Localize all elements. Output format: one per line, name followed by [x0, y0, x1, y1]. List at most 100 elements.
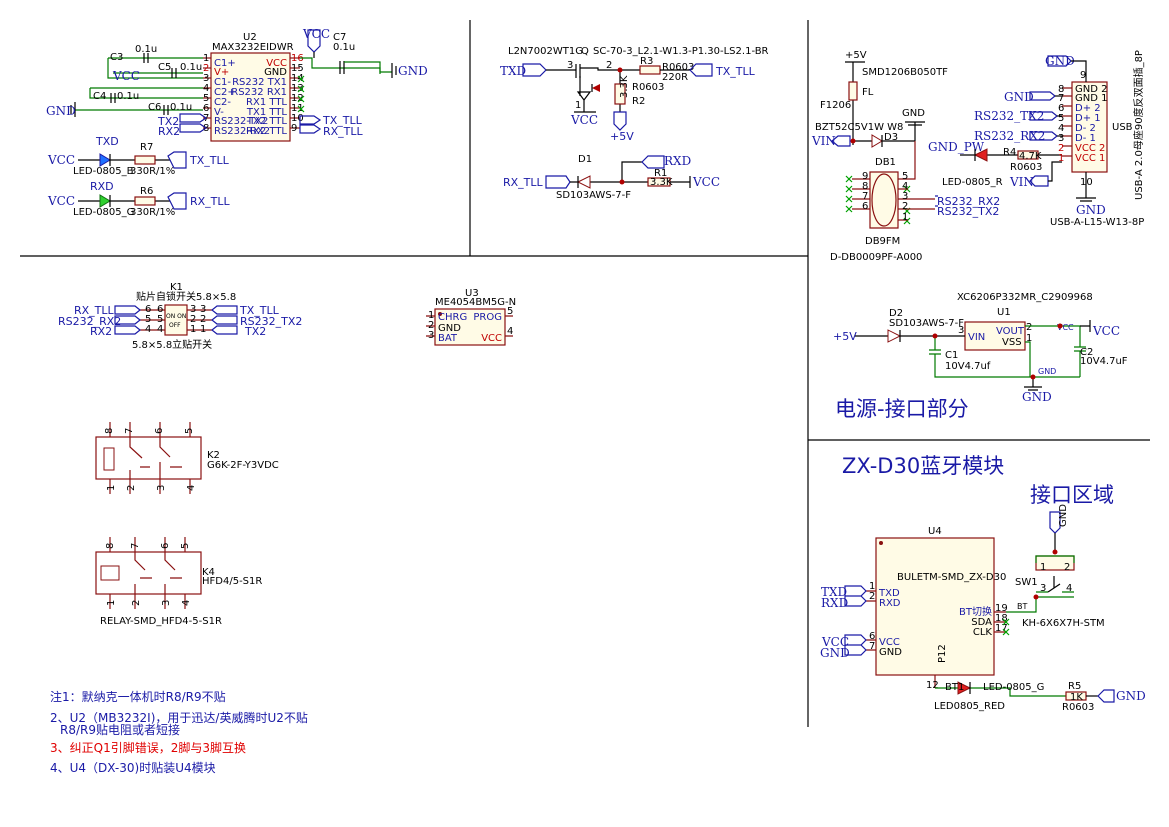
r4-ref: R4 [1003, 147, 1016, 158]
u4-part: BULETM-SMD_ZX-D30 [897, 572, 1006, 583]
q1-pin-2: 2 [606, 60, 612, 71]
k2-pin-bottom: 4 [186, 485, 197, 491]
c4-value: 0.1u [117, 91, 139, 102]
net-gnd-u4: GND [820, 646, 850, 660]
net-vcc-top: VCC [302, 27, 330, 41]
txd-led-circuit: TXD VCC R7 LED-0805_B 330R/1% TX_TLL [47, 135, 230, 177]
k1-inner-off: OFF [169, 322, 181, 329]
fuse-label: FL [862, 87, 874, 98]
db-type: DB9FM [865, 236, 900, 247]
r4-package: R0603 [1010, 162, 1042, 173]
r3-ref: R3 [640, 56, 653, 67]
sw1-button: GND 1 2 3 4 SW1 KH-6X6X7H-STM [1015, 504, 1105, 629]
q1-pin-1: 1 [575, 100, 581, 111]
u3-pin-name: CHRG [438, 312, 467, 323]
k4-pin-top: 7 [130, 543, 141, 549]
ldo-ref: U1 [997, 307, 1011, 318]
net-5v-q1: +5V [610, 130, 634, 143]
fuse-ref: F1206 [820, 100, 851, 111]
net-rx-tll-d1: RX_TLL [503, 176, 544, 189]
c1-value: 10V4.7uf [945, 361, 991, 372]
u4-pin-num: 2 [869, 591, 875, 602]
title-power-interface: 电源-接口部分 [835, 397, 969, 421]
u4-bluetooth-module: U4 BULETM-SMD_ZX-D30 1 2 6 7 TXD RXD VCC… [820, 526, 1037, 691]
u2-capacitors: C3 0.1u C5 0.1u VCC C4 0.1u C6 0.1u GND [46, 44, 203, 118]
note-line: 注1：默纳克一体机时R8/R9不贴 [50, 689, 226, 704]
sw1-ref: SW1 [1015, 577, 1038, 588]
usb-net-gnd-top: GND [1045, 54, 1075, 68]
fuse-part: SMD1206B050TF [862, 67, 948, 78]
net-rx-tll-u2: RX_TLL [323, 125, 364, 138]
txd-led-part: LED-0805_B [73, 166, 134, 177]
k2-relay: 8 7 6 5 1 2 3 4 K2 G6K-2F-Y3VDC [95, 422, 279, 494]
net-5v-usb: +5V [845, 50, 867, 61]
c6-ref: C6 [148, 102, 161, 113]
net-gnd-usb: GND [902, 108, 925, 119]
u4-pin-name: P12 [937, 644, 948, 663]
usb-db9-circuit: +5V SMD1206B050TF FL F1206 BZT52C5V1W W8… [811, 50, 1145, 263]
u3-pin-num: 5 [507, 306, 513, 317]
db-ref: DB1 [875, 157, 896, 168]
c7-value: 0.1u [333, 42, 355, 53]
k1-footprint: 5.8×5.8立贴开关 [132, 338, 212, 351]
u2-max3232: U2 MAX3232EIDWR 1 2 3 4 5 6 7 8 C1+ V+ C… [46, 27, 428, 142]
r5-ref: R5 [1068, 681, 1081, 692]
u2-pin-num: 9 [291, 123, 297, 134]
r2-value: 3.3K [619, 75, 630, 98]
usb-net-gnd-bottom: GND [1076, 203, 1106, 217]
k2-pin-top: 6 [154, 428, 165, 434]
k2-pin-bottom: 3 [156, 485, 167, 491]
usb-part: USB-A-L15-W13-8P [1050, 217, 1144, 228]
k1-inner-pin: 1 [190, 324, 196, 335]
k2-pin-top: 8 [104, 428, 115, 434]
net-gnd-bt1: GND [1116, 689, 1146, 703]
usb-net-tx2: RS232_TX2 [974, 109, 1044, 123]
u4-pin-name: RXD [879, 598, 901, 609]
u3-pin-num: 4 [507, 326, 513, 337]
k1-switch: K1 贴片自锁开关5.8×5.8 ON ON OFF 6 5 4 6 5 4 3… [58, 282, 302, 351]
k4-pin-top: 8 [105, 543, 116, 549]
k2-pin-top: 5 [184, 428, 195, 434]
net-vcc-rxd: VCC [47, 194, 75, 208]
net-vin-usb2: VIN [1009, 175, 1034, 189]
r6-value: 330R/1% [130, 207, 175, 218]
c3-value: 0.1u [135, 44, 157, 55]
usb-net-gnd-left: GND [1004, 90, 1034, 104]
d1-diode-circuit: D1 RX_TLL SD103AWS-7-F RXD R1 3.3K VCC [503, 154, 720, 201]
u3-charger: U3 ME4054BM5G-N 1 2 3 CHRG GND BAT 5 4 P… [426, 288, 516, 346]
bt1-led-part: LED-0805_G [983, 682, 1044, 693]
net-vcc-q1: VCC [570, 113, 598, 127]
ldo-vin: VIN [968, 332, 985, 343]
r5-package: R0603 [1062, 702, 1094, 713]
net-gnd-u2-left: GND [46, 104, 76, 118]
rxd-led-circuit: RXD VCC R6 LED-0805_G 330R/1% RX_TLL [47, 180, 231, 218]
usb-pin-name: VCC 1 [1075, 153, 1105, 164]
c4-ref: C4 [93, 91, 106, 102]
k4-footprint: RELAY-SMD_HFD4-5-S1R [100, 616, 222, 627]
k4-part: HFD4/5-S1R [202, 576, 262, 587]
u3-part: ME4054BM5G-N [435, 297, 516, 308]
c5-value: 0.1u [180, 62, 202, 73]
q1-level-shifter: L2N7002WT1G Q SC-70-3_L2.1-W1.3-P1.30-LS… [500, 46, 769, 143]
u4-pin-num: 12 [926, 680, 939, 691]
k1-net-right: TX2 [244, 325, 266, 338]
led-pw-part: LED-0805_R [942, 177, 1003, 188]
c3-ref: C3 [110, 52, 123, 63]
q1-ref: Q [581, 46, 589, 57]
k2-pin-bottom: 1 [106, 485, 117, 491]
net-bt: BT [1017, 602, 1027, 611]
u2-pin-name: RX2 TTL [246, 126, 287, 137]
ldo-regulator: XC6206P332MR_C2909968 U1 VIN VOUT VSS 3 … [833, 292, 1128, 404]
db-pin: 6 [862, 201, 868, 212]
c2-value: 10V4.7uF [1080, 356, 1128, 367]
r7-value: 330R/1% [130, 166, 175, 177]
d1-ref: D1 [578, 154, 592, 165]
sw1-part: KH-6X6X7H-STM [1022, 618, 1105, 629]
net-txd-q1: TXD [500, 64, 526, 78]
bt1-part: LED0805_RED [934, 701, 1005, 712]
k1-part: 贴片自锁开关5.8×5.8 [136, 290, 236, 303]
title-interface-area: 接口区域 [1030, 483, 1114, 507]
q1-package: SC-70-3_L2.1-W1.3-P1.30-LS2.1-BR [593, 46, 769, 57]
db-pin: 1 [902, 212, 908, 223]
u4-ref: U4 [928, 526, 942, 537]
